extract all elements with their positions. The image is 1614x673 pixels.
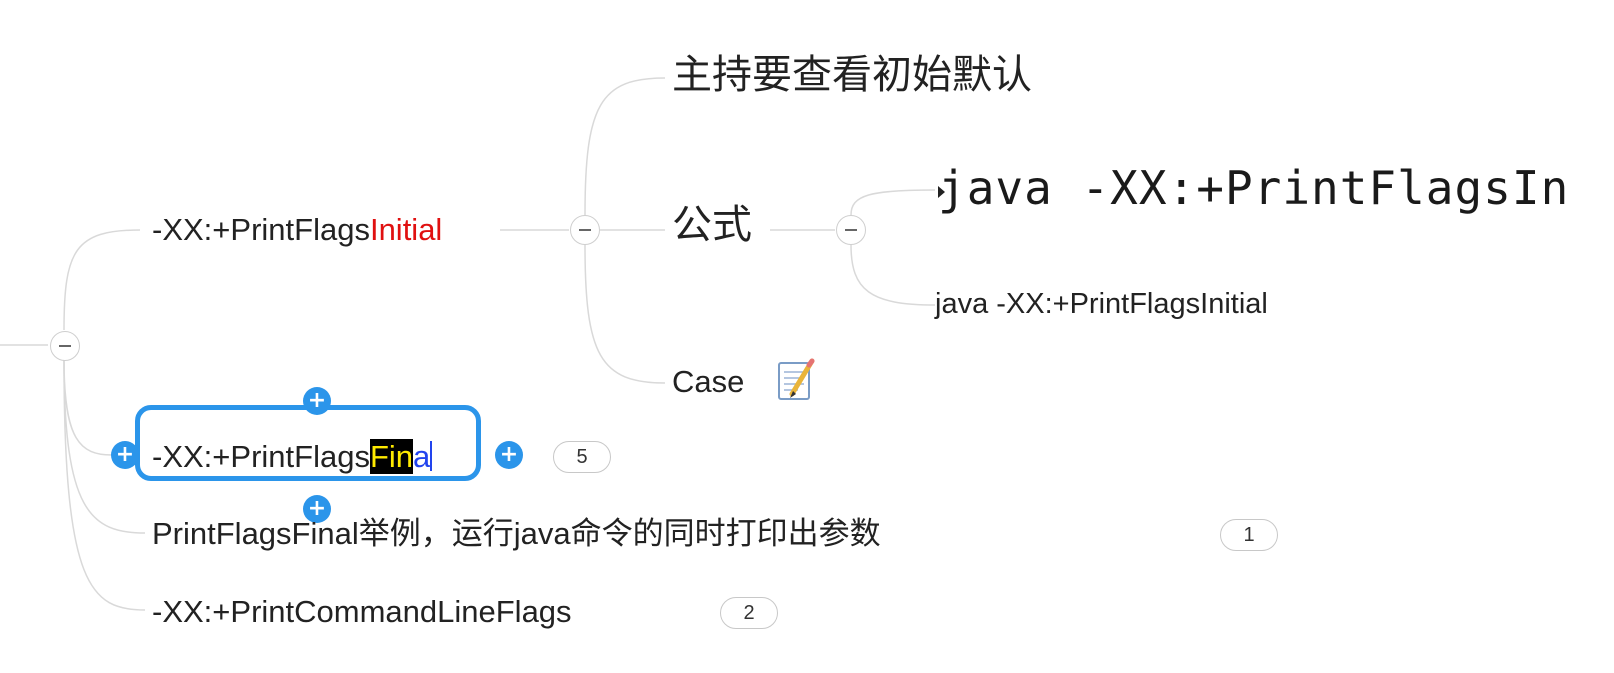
topic-desc[interactable]: 主持要查看初始默认 xyxy=(672,55,1032,95)
count-badge-commandline[interactable]: 2 xyxy=(720,597,778,629)
topic-printcommandlineflags[interactable]: -XX:+PrintCommandLineFlags xyxy=(152,596,572,627)
topic-formula[interactable]: 公式 xyxy=(672,205,752,245)
topic-label-prefix: -XX:+PrintFlags xyxy=(152,212,370,247)
topic-label-suffix: Initial xyxy=(369,212,443,247)
count-badge-example[interactable]: 1 xyxy=(1220,519,1278,551)
note-edit-icon[interactable] xyxy=(776,358,816,402)
editing-label-prefix: -XX:+PrintFlags xyxy=(152,439,370,474)
code-image-text: java -XX:+PrintFlagsIn xyxy=(938,161,1570,215)
count-badge-final[interactable]: 5 xyxy=(553,441,611,473)
topic-printflags-final-editing[interactable]: -XX:+PrintFlagsFina xyxy=(152,439,433,474)
editing-label-rest: a xyxy=(413,439,431,474)
collapse-button-initial[interactable] xyxy=(570,215,600,245)
topic-command[interactable]: java -XX:+PrintFlagsInitial xyxy=(935,290,1268,319)
topic-printflags-initial[interactable]: -XX:+PrintFlagsInitial xyxy=(152,214,442,245)
add-topic-top-icon[interactable]: + xyxy=(303,387,331,415)
add-topic-right-icon[interactable]: + xyxy=(495,441,523,469)
triangle-marker-icon xyxy=(938,186,945,198)
mindmap-canvas[interactable]: -XX:+PrintFlagsInitial 主持要查看初始默认 公式 Case… xyxy=(0,0,1614,673)
add-topic-left-icon[interactable]: + xyxy=(111,441,139,469)
collapse-button-formula[interactable] xyxy=(836,215,866,245)
selected-text: Fin xyxy=(369,439,414,474)
topic-case[interactable]: Case xyxy=(672,366,744,397)
collapse-button-root[interactable] xyxy=(50,331,80,361)
text-caret xyxy=(430,441,433,471)
connector-lines xyxy=(0,77,936,611)
topic-printflagsfinal-example[interactable]: PrintFlagsFinal举例，运行java命令的同时打印出参数 xyxy=(152,518,881,549)
